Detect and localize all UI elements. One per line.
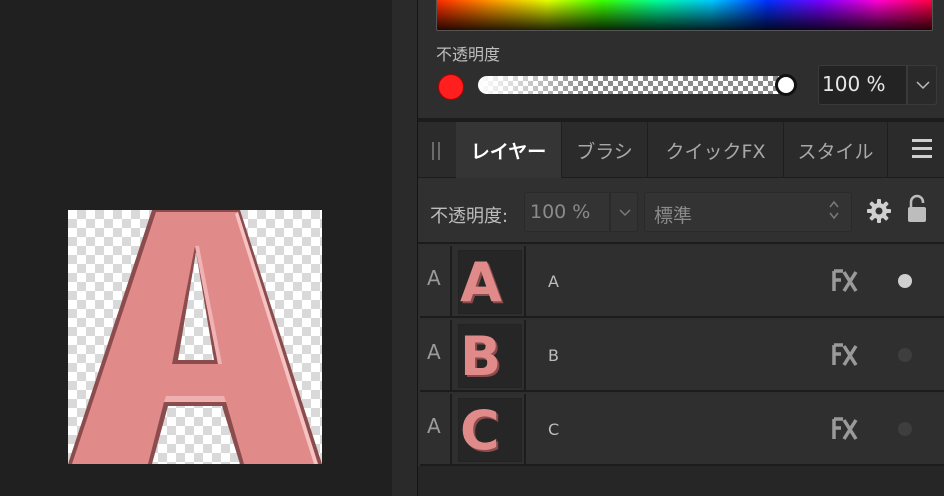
fx-icon[interactable]: [832, 342, 858, 368]
layer-thumbnail: C C: [458, 398, 522, 464]
letter-a-artwork: [68, 210, 322, 464]
thumbnail-letter-c: C C: [460, 399, 502, 464]
layers-empty-area: [418, 466, 944, 496]
opacity-dropdown-button[interactable]: [907, 65, 937, 105]
layer-name: B: [548, 346, 559, 365]
blend-mode-value: 標準: [654, 205, 693, 227]
layer-row-a[interactable]: A A A A: [420, 246, 944, 318]
current-color-swatch[interactable]: [438, 74, 464, 100]
gear-icon[interactable]: [866, 198, 892, 224]
canvas-vertical-scrollbar[interactable]: [392, 0, 418, 496]
grip-icon[interactable]: [432, 142, 442, 160]
layer-type-letter: A: [427, 414, 441, 438]
thumb-letter: C: [460, 399, 500, 461]
fx-icon[interactable]: [832, 268, 858, 294]
opacity-value-text: 100 %: [822, 72, 886, 96]
layer-type-cell: A: [420, 394, 452, 466]
fx-icon[interactable]: [832, 416, 858, 442]
layer-row-c[interactable]: A C C C: [420, 394, 944, 466]
tab-layers[interactable]: レイヤー: [456, 122, 562, 178]
thumbnail-letter-b: B B: [460, 325, 503, 390]
layer-opacity-value: 100 %: [530, 201, 591, 223]
visibility-toggle[interactable]: [898, 348, 912, 362]
chevron-down-icon: [619, 209, 631, 217]
layer-type-cell: A: [420, 246, 452, 318]
layer-name: C: [548, 420, 560, 439]
layer-opacity-dropdown[interactable]: [610, 192, 638, 232]
tab-quick-fx[interactable]: クイックFX: [648, 122, 784, 178]
opacity-slider-track[interactable]: [478, 76, 796, 94]
visibility-toggle[interactable]: [898, 422, 912, 436]
up-down-chevron-icon: [829, 200, 839, 220]
lock-icon[interactable]: [906, 194, 928, 224]
layer-thumbnail: A A: [458, 250, 522, 316]
layer-name: A: [548, 272, 559, 291]
layer-type-cell: A: [420, 320, 452, 392]
layer-row-b[interactable]: A B B B: [420, 320, 944, 392]
layer-opacity-label: 不透明度:: [430, 206, 509, 227]
chevron-down-icon: [916, 81, 930, 90]
thumb-letter: A: [460, 251, 502, 313]
layer-thumbnail: B B: [458, 324, 522, 390]
layer-thumbnail-cell[interactable]: C C: [454, 394, 526, 466]
tab-styles[interactable]: スタイル: [784, 122, 888, 178]
layer-type-letter: A: [427, 340, 441, 364]
thumbnail-letter-a: A A: [460, 251, 504, 316]
document-canvas[interactable]: [68, 210, 322, 464]
tab-brushes[interactable]: ブラシ: [562, 122, 648, 178]
layer-thumbnail-cell[interactable]: A A: [454, 246, 526, 318]
hamburger-menu-icon[interactable]: [912, 139, 932, 159]
layer-type-letter: A: [427, 266, 441, 290]
thumb-letter: B: [460, 325, 501, 387]
canvas-area[interactable]: [0, 0, 392, 496]
layer-thumbnail-cell[interactable]: B B: [454, 320, 526, 392]
color-spectrum[interactable]: [436, 0, 933, 31]
visibility-toggle[interactable]: [898, 274, 912, 288]
studio-panel: 不透明度 100 % レイヤー ブラシ クイックFX スタイル 不透明度: 10…: [418, 0, 944, 496]
opacity-slider-handle[interactable]: [775, 74, 797, 96]
color-opacity-label: 不透明度: [436, 45, 501, 64]
tab-bar: レイヤー ブラシ クイックFX スタイル: [418, 122, 944, 178]
